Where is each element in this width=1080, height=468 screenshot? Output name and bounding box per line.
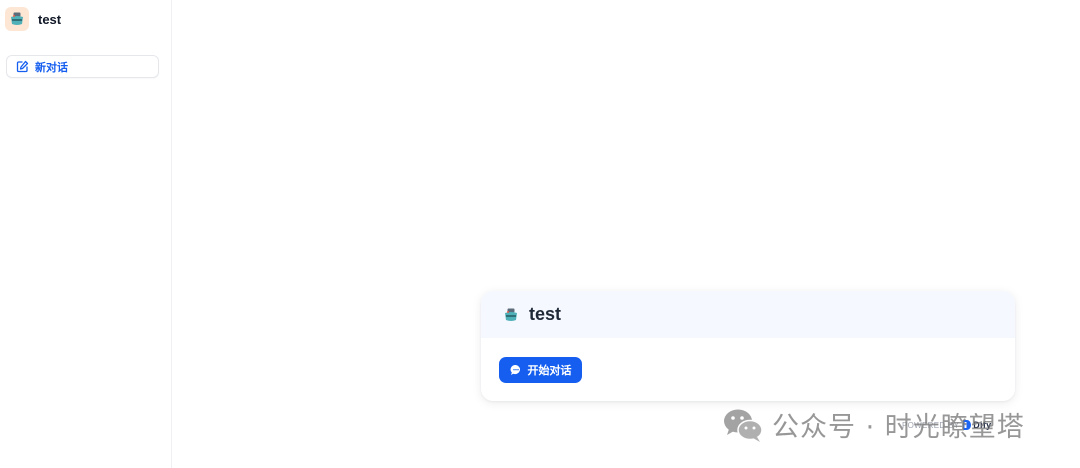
chat-bubble-icon [510,364,522,376]
card-title: test [529,304,562,324]
watermark-text: 公众号 · 时光瞭望塔 [772,412,1025,443]
wechat-icon [722,407,764,443]
robot-icon [5,7,29,31]
new-chat-button[interactable]: 新对话 [6,55,159,78]
app-header: test [5,6,61,32]
edit-icon [16,60,29,73]
new-chat-label: 新对话 [35,60,68,74]
watermark: 公众号 · 时光瞭望塔 [722,405,1025,444]
start-chat-label: 开始对话 [527,364,572,377]
robot-icon [502,306,520,324]
card-header: test [481,291,1015,338]
welcome-card: test 开始对话 [481,291,1015,401]
start-chat-button[interactable]: 开始对话 [499,357,582,383]
app-title: test [38,11,62,27]
sidebar: test 新对话 [0,0,172,468]
